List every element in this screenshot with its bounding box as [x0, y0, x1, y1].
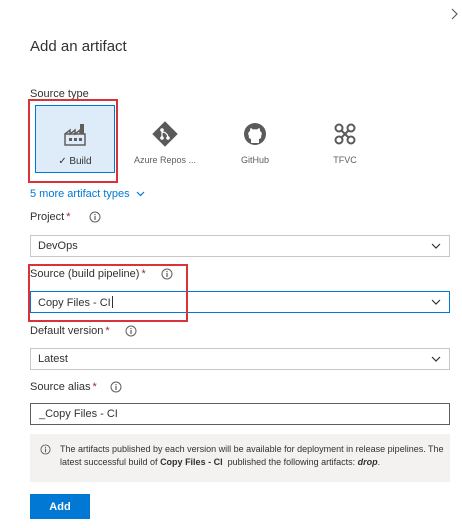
chevron-down-icon: [136, 188, 145, 200]
source-type-label-tfvc: TFVC: [333, 155, 357, 165]
required-marker: *: [66, 211, 71, 223]
info-icon[interactable]: [161, 268, 173, 280]
azure-repos-icon: [152, 121, 178, 147]
notice-pipeline-name: Copy Files - CI: [160, 457, 223, 467]
build-icon: [62, 122, 88, 148]
notice-text-3: .: [377, 457, 381, 467]
source-label-text: Source (build pipeline): [30, 268, 140, 280]
required-marker: *: [141, 268, 146, 280]
source-type-picker: ✓ Build Azure Repos ... GitHub TFVC: [30, 105, 390, 175]
source-alias-input[interactable]: [30, 403, 450, 425]
chevron-down-icon: [431, 356, 441, 363]
source-type-tfvc[interactable]: TFVC: [305, 105, 385, 173]
default-version-dropdown[interactable]: Latest: [30, 348, 450, 370]
add-button[interactable]: Add: [30, 494, 90, 519]
close-icon[interactable]: [451, 8, 461, 22]
project-value: DevOps: [38, 240, 78, 252]
panel-title: Add an artifact: [30, 38, 127, 55]
artifact-notice-text: The artifacts published by each version …: [60, 443, 444, 469]
source-dropdown[interactable]: Copy Files - CI: [30, 291, 450, 313]
source-type-label-build: Build: [69, 156, 92, 167]
info-icon[interactable]: [110, 381, 122, 393]
check-icon: ✓: [58, 156, 67, 167]
source-alias-label: Source alias *: [30, 381, 97, 393]
default-version-value: Latest: [38, 353, 68, 365]
source-type-github[interactable]: GitHub: [215, 105, 295, 173]
more-artifact-types-label: 5 more artifact types: [30, 188, 130, 200]
default-version-label: Default version *: [30, 325, 110, 337]
github-icon: [242, 121, 268, 147]
tfvc-icon: [332, 121, 358, 147]
info-icon[interactable]: [89, 211, 101, 223]
artifact-notice: The artifacts published by each version …: [30, 434, 450, 482]
text-caret: [111, 296, 113, 308]
project-label: Project *: [30, 211, 71, 223]
info-icon[interactable]: [125, 325, 137, 337]
source-label: Source (build pipeline) *: [30, 268, 146, 280]
source-type-label: Source type: [30, 88, 89, 100]
info-icon: [40, 444, 51, 455]
chevron-down-icon: [431, 243, 441, 250]
notice-artifact-name: drop: [357, 457, 378, 467]
more-artifact-types-link[interactable]: 5 more artifact types: [30, 188, 145, 200]
required-marker: *: [92, 381, 97, 393]
source-type-label-azure-repos: Azure Repos ...: [133, 155, 197, 165]
source-type-label-github: GitHub: [240, 155, 269, 165]
required-marker: *: [105, 325, 110, 337]
project-label-text: Project: [30, 211, 65, 223]
notice-text-2: published the following artifacts:: [222, 457, 358, 467]
default-version-label-text: Default version: [30, 325, 104, 337]
project-dropdown[interactable]: DevOps: [30, 235, 450, 257]
chevron-down-icon: [431, 299, 441, 306]
source-type-build[interactable]: ✓ Build: [35, 105, 115, 173]
source-type-azure-repos[interactable]: Azure Repos ...: [125, 105, 205, 173]
source-value: Copy Files - CI: [38, 297, 111, 309]
source-alias-label-text: Source alias: [30, 381, 91, 393]
